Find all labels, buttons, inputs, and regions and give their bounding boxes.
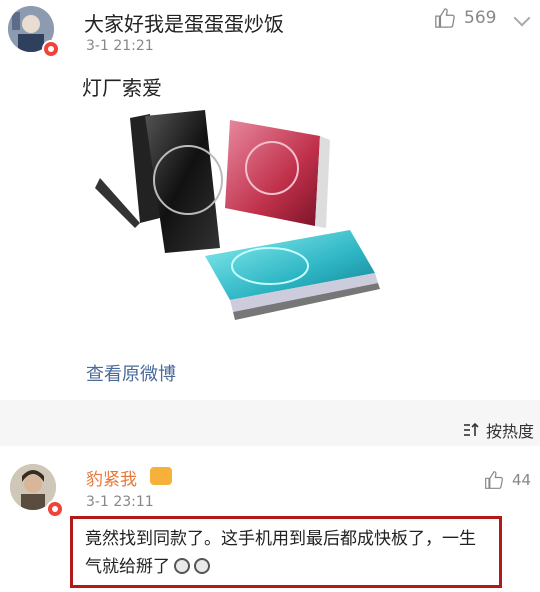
sort-bar <box>0 400 540 446</box>
author-name[interactable]: 大家好我是蛋蛋蛋炒饭 <box>84 8 284 37</box>
like-count: 44 <box>512 471 532 489</box>
highlighted-comment-text: 竟然找到同款了。这手机用到最后都成快板了，一生气就给掰了 <box>70 516 502 588</box>
emoji-icon <box>174 558 190 574</box>
timestamp: 3-1 21:21 <box>86 38 154 54</box>
comment-text: 竟然找到同款了。这手机用到最后都成快板了，一生气就给掰了 <box>85 529 476 577</box>
comment-text: 灯厂索爱 <box>82 76 162 100</box>
author-name[interactable]: 豹紧我 <box>86 465 137 490</box>
like-count: 569 <box>464 8 497 28</box>
member-badge-icon <box>150 467 172 485</box>
sort-button[interactable]: 按热度 <box>462 418 534 442</box>
emoji-icon <box>194 558 210 574</box>
thumb-up-icon <box>485 471 503 489</box>
phone-image[interactable] <box>90 108 390 333</box>
sort-label: 按热度 <box>485 422 534 441</box>
sort-icon <box>463 422 479 436</box>
like-button[interactable]: 44 <box>484 470 531 490</box>
chevron-down-icon[interactable] <box>513 9 531 27</box>
like-button[interactable]: 569 <box>434 7 496 29</box>
view-original-link[interactable]: 查看原微博 <box>86 360 176 386</box>
comment-1: 大家好我是蛋蛋蛋炒饭 3-1 21:21 569 灯厂索爱 查看原微博 <box>0 0 540 400</box>
verified-badge-icon <box>42 40 60 58</box>
timestamp: 3-1 23:11 <box>86 494 154 510</box>
verified-badge-icon <box>46 500 64 518</box>
thumb-up-icon <box>435 8 455 28</box>
